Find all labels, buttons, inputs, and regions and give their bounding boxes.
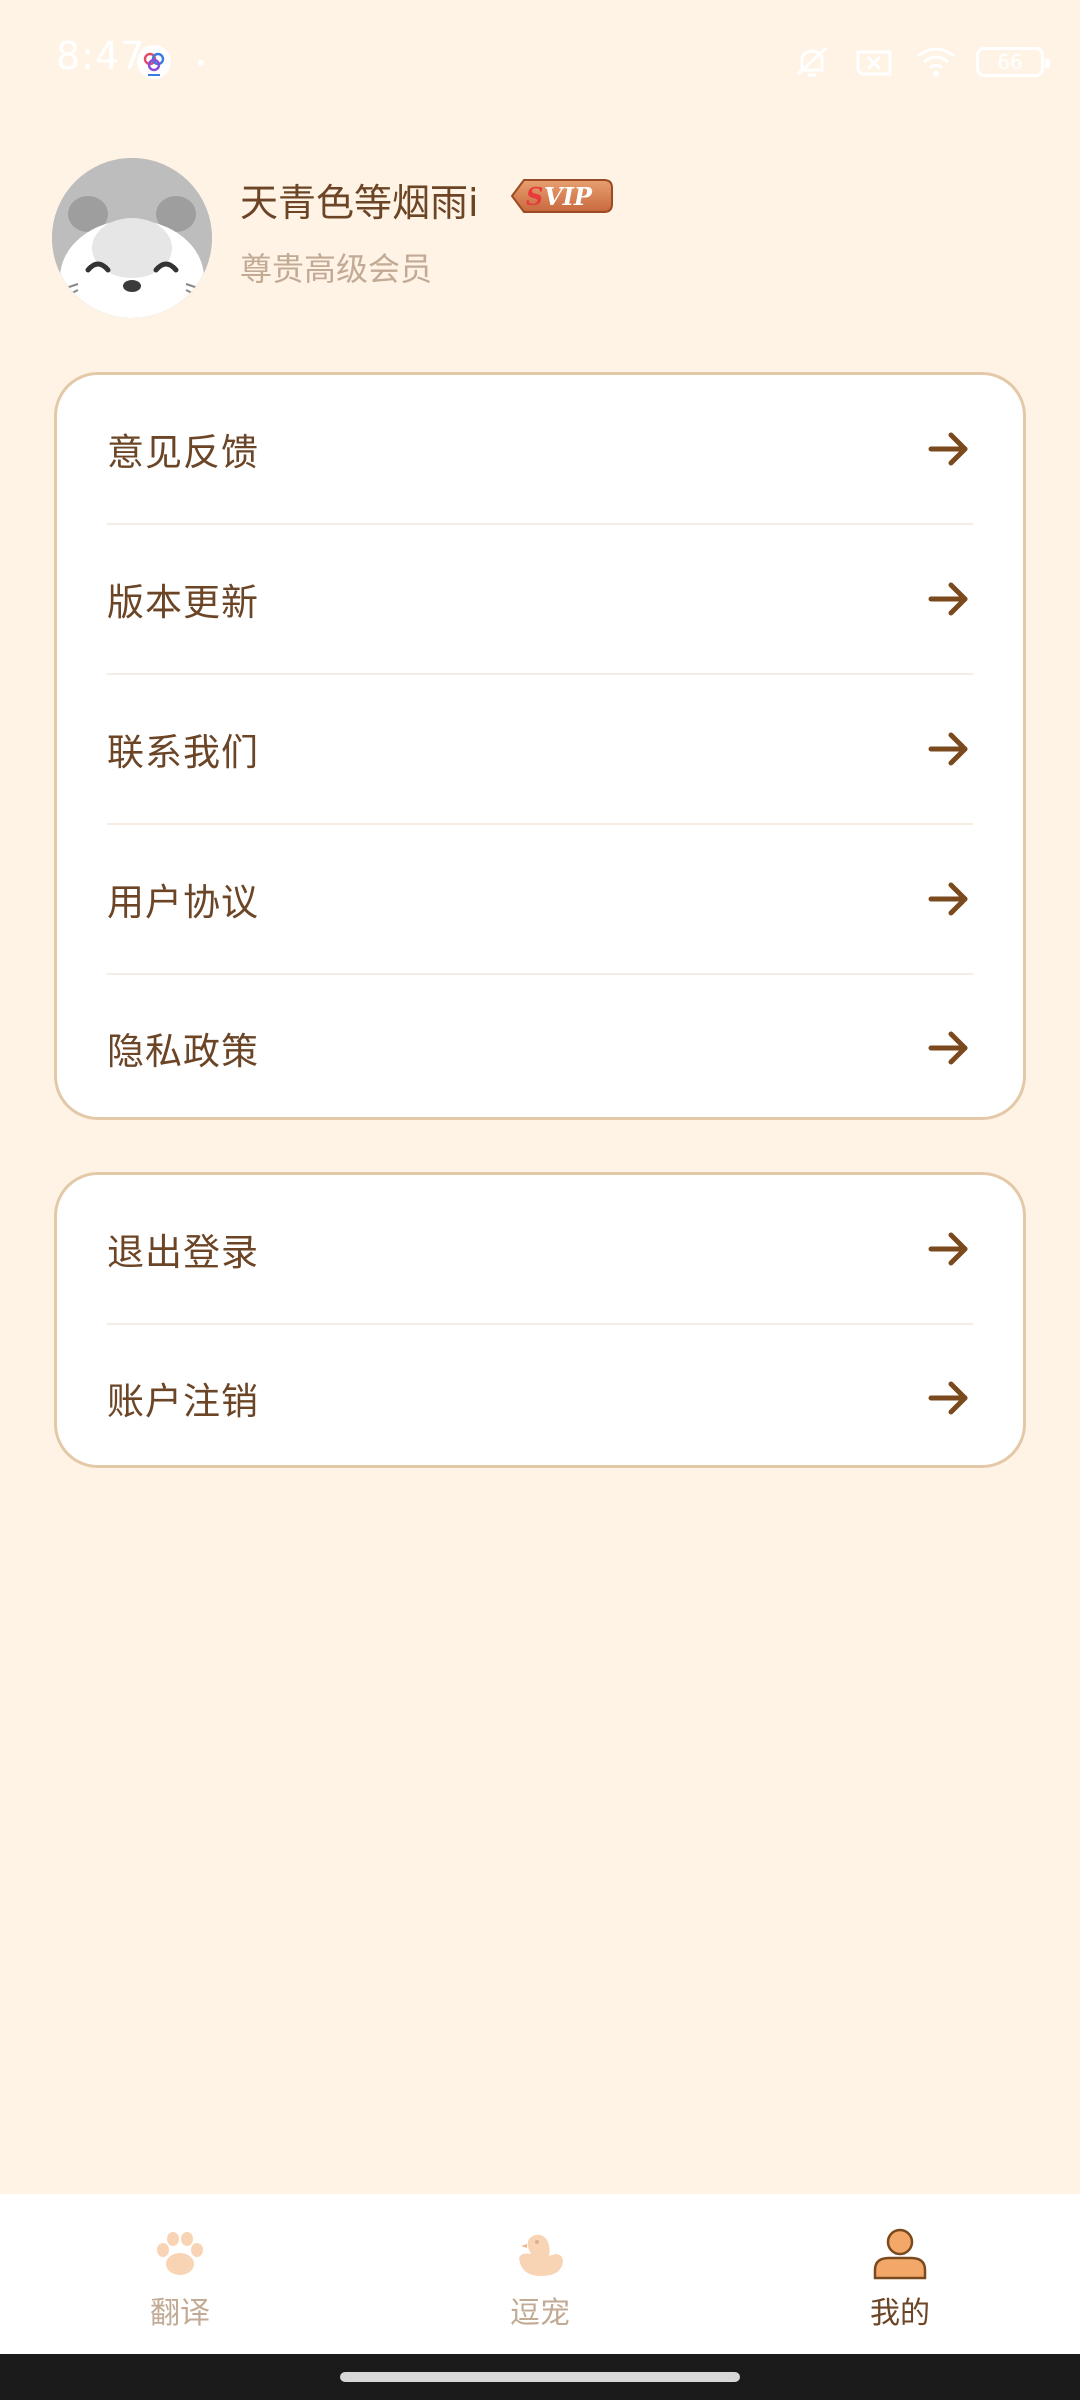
paw-icon [157,2232,203,2275]
mute-icon [790,40,834,84]
svg-text:S: S [526,182,543,211]
svg-text:VIP: VIP [544,182,593,211]
menu-item-delete-account[interactable]: 账户注销 [107,1325,973,1471]
status-icons: 66 [790,40,1050,84]
arrow-right-icon [928,1031,968,1065]
menu-item-privacy-policy[interactable]: 隐私政策 [107,975,973,1121]
menu-item-label: 用户协议 [107,881,259,924]
user-name: 天青色等烟雨i [240,181,479,225]
avatar[interactable] [52,158,212,318]
arrow-right-icon [928,732,968,766]
arrow-right-icon [928,1232,968,1266]
member-level: 尊贵高级会员 [240,250,433,288]
menu-item-contact-us[interactable]: 联系我们 [107,675,973,825]
status-bar: 8:47 66 [0,0,1080,126]
status-time: 8:47 [56,34,146,78]
duck-icon [519,2234,563,2276]
menu-item-version-update[interactable]: 版本更新 [107,525,973,675]
nav-tab-mine[interactable]: 我的 [720,2194,1080,2354]
menu-item-feedback[interactable]: 意见反馈 [107,375,973,525]
app-notification-icon [136,44,172,80]
settings-card: 意见反馈 版本更新 联系我们 用户协议 隐私政策 [54,372,1026,1120]
nav-label: 翻译 [150,2296,210,2331]
no-sim-icon [852,40,896,84]
menu-item-label: 版本更新 [107,581,259,624]
menu-item-label: 账户注销 [107,1380,259,1423]
status-dot [198,60,204,66]
arrow-right-icon [928,432,968,466]
menu-item-label: 意见反馈 [107,431,259,474]
arrow-right-icon [928,882,968,916]
menu-item-logout[interactable]: 退出登录 [107,1175,973,1325]
arrow-right-icon [928,582,968,616]
menu-item-label: 隐私政策 [107,1030,259,1073]
menu-item-user-agreement[interactable]: 用户协议 [107,825,973,975]
menu-item-label: 退出登录 [107,1231,259,1274]
wifi-icon [914,40,958,84]
nav-label: 逗宠 [510,2296,570,2331]
menu-item-label: 联系我们 [107,731,259,774]
gesture-area [0,2354,1080,2400]
person-icon [873,2228,927,2280]
account-card: 退出登录 账户注销 [54,1172,1026,1468]
arrow-right-icon [928,1381,968,1415]
battery-indicator: 66 [976,47,1050,77]
gesture-bar[interactable] [340,2372,740,2382]
nav-tab-pet-play[interactable]: 逗宠 [360,2194,720,2354]
svip-badge: S VIP [508,176,616,216]
nav-tab-translate[interactable]: 翻译 [0,2194,360,2354]
nav-label: 我的 [870,2296,930,2331]
bottom-nav: 翻译 逗宠 我的 [0,2194,1080,2354]
profile-header[interactable]: 天青色等烟雨i S VIP 尊贵高级会员 [52,158,1032,320]
